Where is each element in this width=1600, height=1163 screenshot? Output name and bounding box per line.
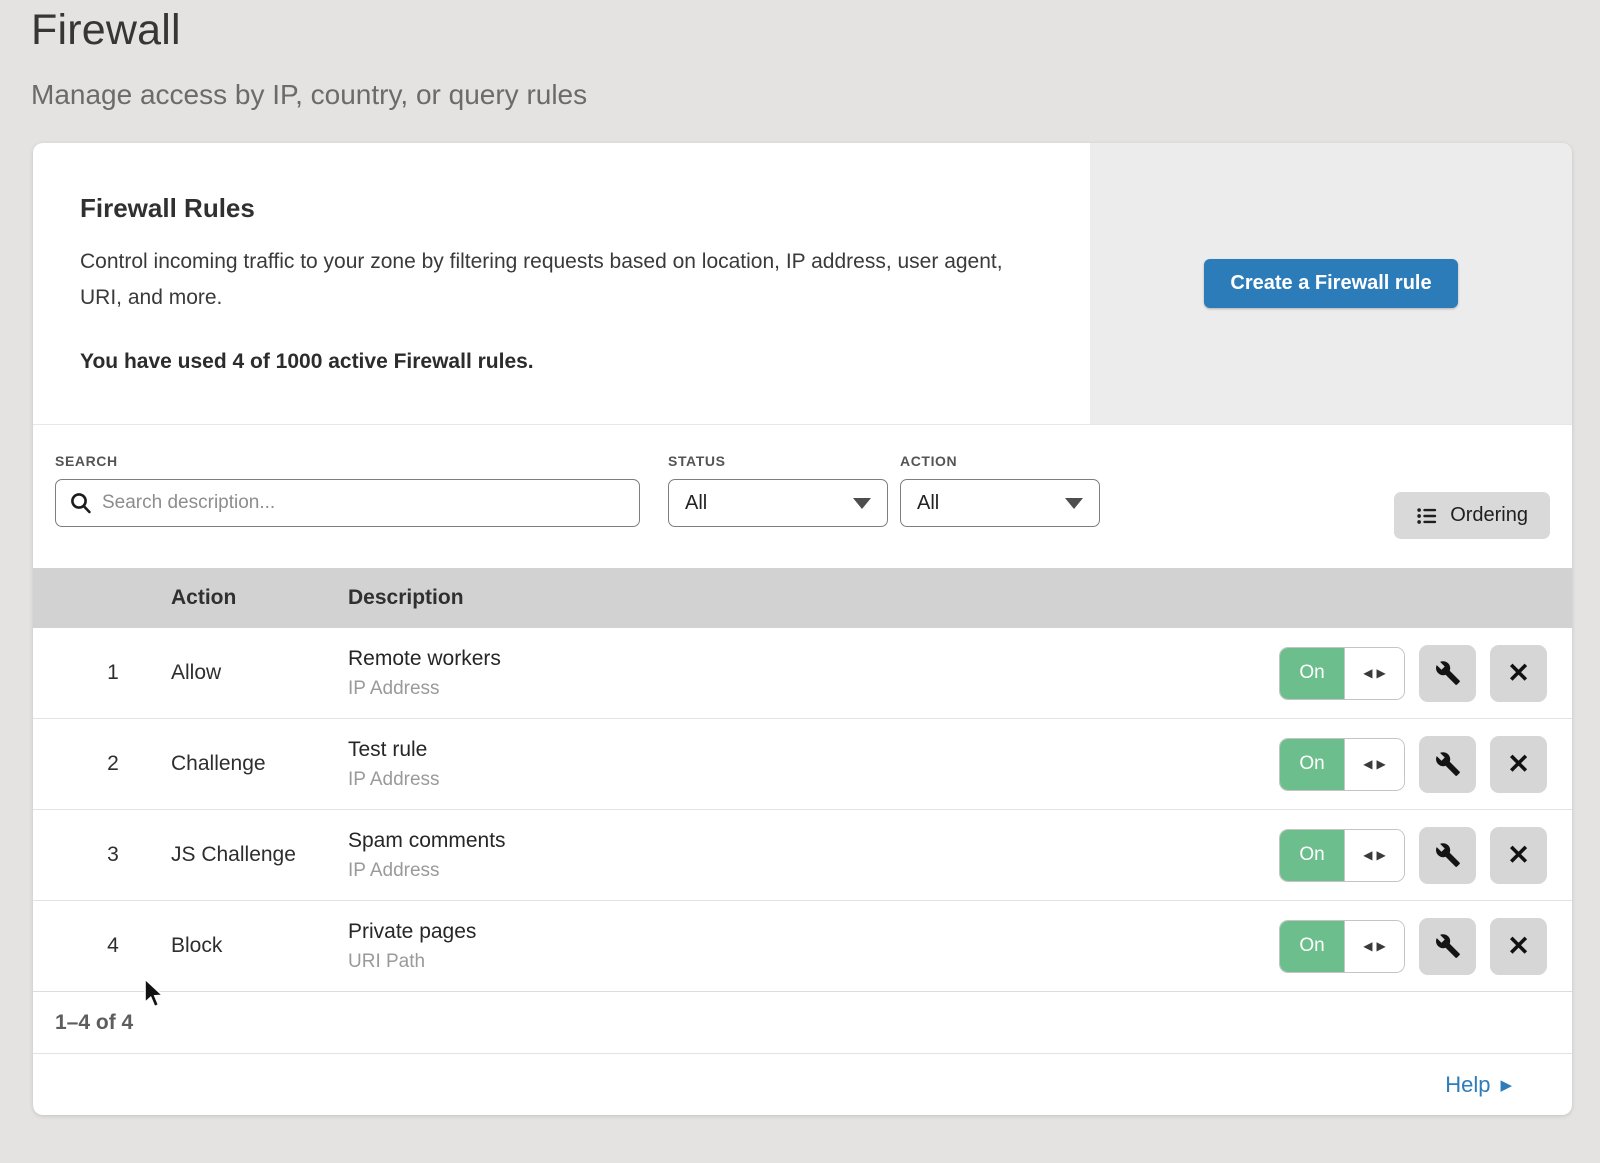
table-row: 4 Block Private pages URI Path On ◀▶ ✕: [33, 901, 1572, 992]
rule-controls: On ◀▶ ✕: [1279, 827, 1547, 884]
rule-match-type: IP Address: [348, 769, 1279, 791]
table-row: 2 Challenge Test rule IP Address On ◀▶ ✕: [33, 719, 1572, 810]
chevron-down-icon: [853, 498, 871, 509]
page-title: Firewall: [31, 6, 587, 55]
action-filter-group: ACTION All: [900, 453, 1100, 527]
edit-rule-button[interactable]: [1419, 645, 1476, 702]
left-arrow-icon: ◀: [1363, 757, 1372, 771]
rule-controls: On ◀▶ ✕: [1279, 918, 1547, 975]
rule-description: Private pages: [348, 920, 1279, 944]
filter-row: SEARCH STATUS All ACTION All: [33, 425, 1572, 568]
rule-enabled-toggle[interactable]: On ◀▶: [1279, 738, 1405, 791]
rule-number: 2: [55, 752, 171, 776]
rule-action: Allow: [171, 661, 348, 685]
delete-rule-button[interactable]: ✕: [1490, 918, 1547, 975]
wrench-icon: [1435, 751, 1461, 777]
chevron-down-icon: [1065, 498, 1083, 509]
toggle-arrows-segment[interactable]: ◀▶: [1344, 739, 1404, 790]
card-top-section: Firewall Rules Control incoming traffic …: [33, 143, 1572, 425]
rule-description: Remote workers: [348, 647, 1279, 671]
search-icon: [69, 491, 93, 515]
card-description: Control incoming traffic to your zone by…: [80, 244, 1035, 316]
help-link[interactable]: Help: [1445, 1072, 1490, 1098]
rule-match-type: IP Address: [348, 860, 1279, 882]
search-filter-group: SEARCH: [55, 453, 640, 527]
search-box: [55, 479, 640, 527]
wrench-icon: [1435, 933, 1461, 959]
page-header: Firewall Manage access by IP, country, o…: [31, 6, 587, 111]
toggle-arrows-segment[interactable]: ◀▶: [1344, 648, 1404, 699]
rule-description: Test rule: [348, 738, 1279, 762]
ordering-button[interactable]: Ordering: [1394, 492, 1550, 539]
rule-match-type: IP Address: [348, 678, 1279, 700]
close-icon: ✕: [1507, 933, 1530, 960]
close-icon: ✕: [1507, 842, 1530, 869]
toggle-arrows-segment[interactable]: ◀▶: [1344, 830, 1404, 881]
left-arrow-icon: ◀: [1363, 666, 1372, 680]
search-label: SEARCH: [55, 453, 640, 469]
action-column-header: Action: [171, 586, 348, 610]
rule-action: JS Challenge: [171, 843, 348, 867]
rule-action: Block: [171, 934, 348, 958]
usage-note: You have used 4 of 1000 active Firewall …: [80, 350, 1050, 374]
edit-rule-button[interactable]: [1419, 827, 1476, 884]
ordering-button-label: Ordering: [1450, 504, 1528, 527]
right-arrow-icon: ▶: [1377, 939, 1386, 953]
edit-rule-button[interactable]: [1419, 736, 1476, 793]
rule-enabled-toggle[interactable]: On ◀▶: [1279, 829, 1405, 882]
delete-rule-button[interactable]: ✕: [1490, 736, 1547, 793]
rule-number: 3: [55, 843, 171, 867]
rule-match-type: URI Path: [348, 951, 1279, 973]
table-header: Action Description: [33, 568, 1572, 628]
edit-rule-button[interactable]: [1419, 918, 1476, 975]
help-row: Help ▶: [33, 1054, 1572, 1115]
firewall-rules-card: Firewall Rules Control incoming traffic …: [33, 143, 1572, 1115]
action-select[interactable]: All: [900, 479, 1100, 527]
toggle-on-segment[interactable]: On: [1280, 830, 1344, 881]
delete-rule-button[interactable]: ✕: [1490, 827, 1547, 884]
description-column-header: Description: [348, 586, 1572, 610]
close-icon: ✕: [1507, 751, 1530, 778]
rule-controls: On ◀▶ ✕: [1279, 645, 1547, 702]
table-row: 3 JS Challenge Spam comments IP Address …: [33, 810, 1572, 901]
rule-number: 4: [55, 934, 171, 958]
rule-enabled-toggle[interactable]: On ◀▶: [1279, 920, 1405, 973]
toggle-on-segment[interactable]: On: [1280, 921, 1344, 972]
card-top-panel: Create a Firewall rule: [1090, 143, 1572, 424]
range-text: 1–4 of 4: [55, 1011, 133, 1035]
left-arrow-icon: ◀: [1363, 848, 1372, 862]
right-arrow-icon: ▶: [1377, 848, 1386, 862]
right-arrow-icon: ▶: [1377, 666, 1386, 680]
toggle-arrows-segment[interactable]: ◀▶: [1344, 921, 1404, 972]
rule-action: Challenge: [171, 752, 348, 776]
card-heading: Firewall Rules: [80, 193, 1050, 224]
rule-enabled-toggle[interactable]: On ◀▶: [1279, 647, 1405, 700]
rule-number: 1: [55, 661, 171, 685]
toggle-on-segment[interactable]: On: [1280, 739, 1344, 790]
action-select-value: All: [917, 492, 939, 515]
rule-description: Spam comments: [348, 829, 1279, 853]
toggle-on-segment[interactable]: On: [1280, 648, 1344, 699]
status-filter-group: STATUS All: [668, 453, 888, 527]
close-icon: ✕: [1507, 660, 1530, 687]
status-label: STATUS: [668, 453, 888, 469]
status-select[interactable]: All: [668, 479, 888, 527]
wrench-icon: [1435, 660, 1461, 686]
rule-controls: On ◀▶ ✕: [1279, 736, 1547, 793]
left-arrow-icon: ◀: [1363, 939, 1372, 953]
pagination-range: 1–4 of 4: [33, 992, 1572, 1054]
status-select-value: All: [685, 492, 707, 515]
create-firewall-rule-button[interactable]: Create a Firewall rule: [1204, 259, 1457, 308]
wrench-icon: [1435, 842, 1461, 868]
right-arrow-icon: ▶: [1377, 757, 1386, 771]
action-label: ACTION: [900, 453, 1100, 469]
card-top-text: Firewall Rules Control incoming traffic …: [33, 143, 1090, 424]
help-arrow-icon: ▶: [1500, 1076, 1512, 1094]
table-row: 1 Allow Remote workers IP Address On ◀▶ …: [33, 628, 1572, 719]
search-input[interactable]: [55, 479, 640, 527]
list-icon: [1416, 505, 1438, 527]
delete-rule-button[interactable]: ✕: [1490, 645, 1547, 702]
page-subtitle: Manage access by IP, country, or query r…: [31, 79, 587, 111]
